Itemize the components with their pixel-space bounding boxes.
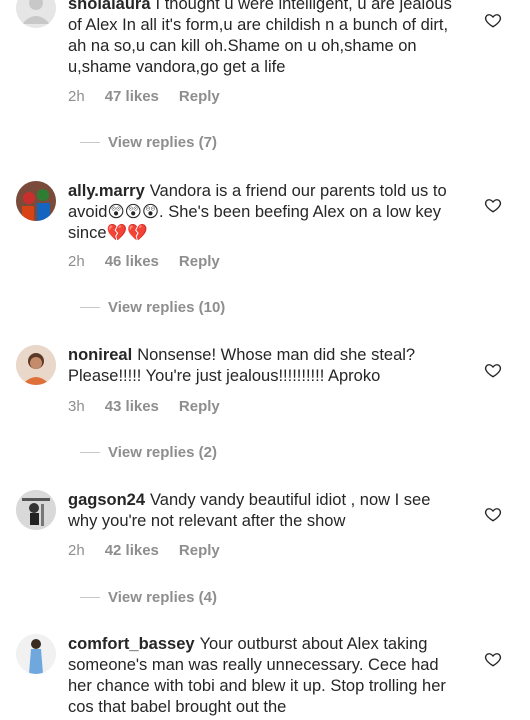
likes-count[interactable]: 46 likes xyxy=(105,253,159,270)
reply-button[interactable]: Reply xyxy=(179,253,220,270)
view-replies-label: View replies (2) xyxy=(108,444,217,461)
reply-button[interactable]: Reply xyxy=(179,542,220,559)
divider-line xyxy=(80,142,100,143)
comment-time: 2h xyxy=(68,88,85,105)
comment-username[interactable]: nonireal xyxy=(68,346,132,364)
view-replies-label: View replies (4) xyxy=(108,589,217,606)
comment-body: gagson24 Vandy vandy beautiful idiot , no… xyxy=(68,490,458,532)
avatar-default-icon[interactable] xyxy=(16,0,56,28)
heart-icon[interactable] xyxy=(484,11,502,29)
avatar[interactable] xyxy=(16,345,56,385)
heart-icon[interactable] xyxy=(484,650,502,668)
comment-username[interactable]: ally.marry xyxy=(68,182,145,200)
comment-time: 2h xyxy=(68,253,85,270)
avatar[interactable] xyxy=(16,634,56,674)
view-replies-button[interactable]: View replies (4) xyxy=(80,589,217,606)
comment-meta: 2h 47 likes Reply xyxy=(68,88,220,105)
heart-icon[interactable] xyxy=(484,505,502,523)
heart-icon[interactable] xyxy=(484,361,502,379)
avatar[interactable] xyxy=(16,490,56,530)
comment-body: ally.marry Vandora is a friend our parent… xyxy=(68,181,458,244)
heart-icon[interactable] xyxy=(484,196,502,214)
view-replies-label: View replies (7) xyxy=(108,134,217,151)
divider-line xyxy=(80,307,100,308)
comment-time: 3h xyxy=(68,398,85,415)
comment-body: comfort_bassey Your outburst about Alex t… xyxy=(68,634,458,718)
comment-username[interactable]: comfort_bassey xyxy=(68,635,195,653)
divider-line xyxy=(80,597,100,598)
comment-meta: 2h 42 likes Reply xyxy=(68,542,220,559)
view-replies-button[interactable]: View replies (7) xyxy=(80,134,217,151)
comment-username[interactable]: sholalaura xyxy=(68,0,151,13)
reply-button[interactable]: Reply xyxy=(179,88,220,105)
likes-count[interactable]: 47 likes xyxy=(105,88,159,105)
likes-count[interactable]: 43 likes xyxy=(105,398,159,415)
comment-meta: 2h 46 likes Reply xyxy=(68,253,220,270)
comment-body: sholalaura I thought u were intelligent, … xyxy=(68,0,458,78)
reply-button[interactable]: Reply xyxy=(179,398,220,415)
comment-meta: 3h 43 likes Reply xyxy=(68,398,220,415)
comment-body: nonireal Nonsense! Whose man did she stea… xyxy=(68,345,458,387)
likes-count[interactable]: 42 likes xyxy=(105,542,159,559)
comment-time: 2h xyxy=(68,542,85,559)
divider-line xyxy=(80,452,100,453)
view-replies-button[interactable]: View replies (2) xyxy=(80,444,217,461)
avatar[interactable] xyxy=(16,181,56,221)
comment-username[interactable]: gagson24 xyxy=(68,491,145,509)
view-replies-button[interactable]: View replies (10) xyxy=(80,299,225,316)
view-replies-label: View replies (10) xyxy=(108,299,226,316)
